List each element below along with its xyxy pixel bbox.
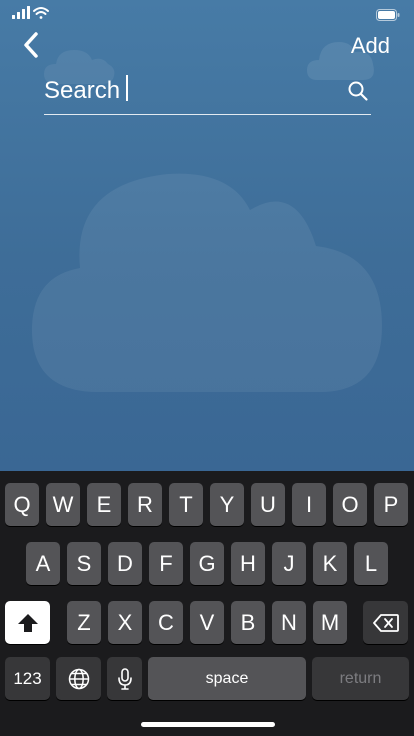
- chevron-left-icon: [24, 32, 38, 58]
- key-d[interactable]: D: [108, 542, 142, 585]
- key-n[interactable]: N: [272, 601, 306, 644]
- key-w[interactable]: W: [46, 483, 80, 526]
- wifi-icon: [33, 7, 49, 19]
- key-h[interactable]: H: [231, 542, 265, 585]
- software-keyboard: Q W E R T Y U I O P A S D F G H J K L Z …: [0, 471, 414, 736]
- back-button[interactable]: [14, 28, 48, 62]
- key-t[interactable]: T: [169, 483, 203, 526]
- key-m[interactable]: M: [313, 601, 347, 644]
- key-l[interactable]: L: [354, 542, 388, 585]
- shift-key[interactable]: [5, 601, 50, 644]
- space-key[interactable]: space: [148, 657, 306, 700]
- status-left: [12, 6, 62, 25]
- key-r[interactable]: R: [128, 483, 162, 526]
- key-z[interactable]: Z: [67, 601, 101, 644]
- key-e[interactable]: E: [87, 483, 121, 526]
- key-c[interactable]: C: [149, 601, 183, 644]
- dictation-key[interactable]: [107, 657, 142, 700]
- key-g[interactable]: G: [190, 542, 224, 585]
- key-k[interactable]: K: [313, 542, 347, 585]
- add-button[interactable]: Add: [351, 33, 390, 59]
- numbers-key[interactable]: 123: [5, 657, 50, 700]
- key-u[interactable]: U: [251, 483, 285, 526]
- cloud-decoration-icon: [31, 173, 382, 392]
- key-y[interactable]: Y: [210, 483, 244, 526]
- key-b[interactable]: B: [231, 601, 265, 644]
- backspace-icon: [372, 613, 399, 632]
- shift-arrow-icon: [17, 613, 38, 632]
- return-key[interactable]: return: [312, 657, 409, 700]
- key-s[interactable]: S: [67, 542, 101, 585]
- weather-search-screen: Add: [0, 0, 414, 471]
- search-icon[interactable]: [347, 80, 369, 107]
- key-j[interactable]: J: [272, 542, 306, 585]
- key-o[interactable]: O: [333, 483, 367, 526]
- key-v[interactable]: V: [190, 601, 224, 644]
- globe-key[interactable]: [56, 657, 101, 700]
- home-indicator: [141, 722, 275, 727]
- globe-icon: [68, 668, 89, 689]
- battery-icon: [376, 8, 400, 26]
- key-p[interactable]: P: [374, 483, 408, 526]
- search-bar: [44, 72, 371, 115]
- key-f[interactable]: F: [149, 542, 183, 585]
- microphone-icon: [117, 667, 132, 690]
- search-input[interactable]: [44, 74, 334, 108]
- key-a[interactable]: A: [26, 542, 60, 585]
- status-bar: [0, 0, 414, 26]
- text-caret: [126, 75, 128, 101]
- key-q[interactable]: Q: [5, 483, 39, 526]
- delete-key[interactable]: [363, 601, 408, 644]
- signal-icon: [12, 6, 30, 19]
- key-i[interactable]: I: [292, 483, 326, 526]
- key-x[interactable]: X: [108, 601, 142, 644]
